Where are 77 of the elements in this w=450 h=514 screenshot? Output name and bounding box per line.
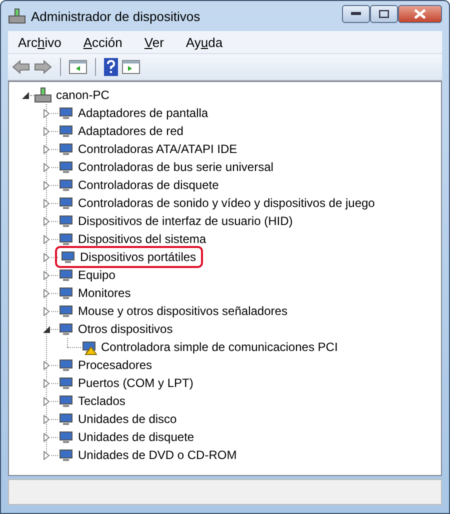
expand-icon[interactable] xyxy=(42,234,51,244)
device-icon xyxy=(58,285,74,301)
tree-item[interactable]: Procesadores xyxy=(76,358,154,372)
tree-item[interactable]: Teclados xyxy=(76,394,128,408)
tree-item[interactable]: Controladora simple de comunicaciones PCI xyxy=(99,340,340,354)
expand-icon[interactable] xyxy=(42,432,51,442)
expand-icon[interactable] xyxy=(42,306,51,316)
tree-item[interactable]: Unidades de disco xyxy=(76,412,179,426)
back-arrow-icon[interactable] xyxy=(12,60,30,74)
expand-icon[interactable] xyxy=(42,378,51,388)
minimize-icon xyxy=(351,12,361,16)
device-icon xyxy=(58,231,74,247)
expand-icon[interactable] xyxy=(42,126,51,136)
tree-item[interactable]: Adaptadores de red xyxy=(76,124,186,138)
expand-icon[interactable] xyxy=(42,180,51,190)
device-icon xyxy=(58,393,74,409)
tree-item[interactable]: Controladoras ATA/ATAPI IDE xyxy=(76,142,240,156)
tree-item[interactable]: Monitores xyxy=(76,286,133,300)
tree-item[interactable]: Dispositivos del sistema xyxy=(76,232,208,246)
device-icon xyxy=(58,303,74,319)
device-icon xyxy=(58,357,74,373)
maximize-button[interactable] xyxy=(370,5,398,23)
device-icon xyxy=(58,375,74,391)
collapse-icon[interactable] xyxy=(42,324,51,334)
device-icon xyxy=(58,123,74,139)
expand-icon[interactable] xyxy=(42,270,51,280)
menu-item[interactable]: Ver xyxy=(144,34,164,50)
properties-icon[interactable] xyxy=(122,60,140,74)
expand-icon[interactable] xyxy=(42,450,51,460)
tree-item[interactable]: Dispositivos de interfaz de usuario (HID) xyxy=(76,214,295,228)
tree-item[interactable]: Mouse y otros dispositivos señaladores xyxy=(76,304,290,318)
maximize-icon xyxy=(379,10,389,18)
tree-item[interactable]: Adaptadores de pantalla xyxy=(76,106,210,120)
window-title: Administrador de dispositivos xyxy=(31,8,202,24)
menu-item[interactable]: Archivo xyxy=(18,34,62,50)
minimize-button[interactable] xyxy=(342,5,370,23)
help-icon[interactable] xyxy=(104,58,118,76)
expand-icon[interactable] xyxy=(42,108,51,118)
device-icon xyxy=(58,447,74,463)
tree-item[interactable]: Otros dispositivos xyxy=(76,322,175,336)
device-icon xyxy=(60,249,76,265)
computer-icon xyxy=(8,8,26,24)
close-icon xyxy=(414,9,426,19)
device-icon xyxy=(58,213,74,229)
device-icon xyxy=(58,267,74,283)
expand-icon[interactable] xyxy=(42,360,51,370)
device-icon xyxy=(58,141,74,157)
expand-icon[interactable] xyxy=(42,198,51,208)
device-icon xyxy=(58,195,74,211)
expand-icon[interactable] xyxy=(42,288,51,298)
forward-arrow-icon[interactable] xyxy=(34,60,52,74)
tree-item[interactable]: Controladoras de sonido y vídeo y dispositivos de juego xyxy=(76,196,377,210)
tree-item[interactable]: Unidades de disquete xyxy=(76,430,196,444)
device-icon xyxy=(58,159,74,175)
expand-icon[interactable] xyxy=(42,144,51,154)
expand-icon[interactable] xyxy=(42,162,51,172)
expand-icon[interactable] xyxy=(42,414,51,424)
close-button[interactable] xyxy=(398,5,442,23)
tree-item[interactable]: Controladoras de bus serie universal xyxy=(76,160,276,174)
device-icon xyxy=(58,429,74,445)
expand-icon[interactable] xyxy=(42,396,51,406)
expand-icon[interactable] xyxy=(42,252,51,262)
collapse-icon[interactable] xyxy=(21,90,30,100)
tree-item[interactable]: Controladoras de disquete xyxy=(76,178,221,192)
tree-item[interactable]: Equipo xyxy=(76,268,118,282)
menu-item[interactable]: Ayuda xyxy=(186,34,223,50)
tree-item[interactable]: Dispositivos portátiles xyxy=(78,250,198,264)
device-icon xyxy=(58,177,74,193)
tree-item[interactable]: canon-PC xyxy=(54,88,112,102)
device-icon xyxy=(58,105,74,121)
menu-item[interactable]: Acción xyxy=(83,34,122,50)
tree-item[interactable]: Unidades de DVD o CD-ROM xyxy=(76,448,239,462)
console-tree-icon[interactable] xyxy=(69,60,87,74)
device-icon xyxy=(58,321,74,337)
device-icon xyxy=(58,411,74,427)
expand-icon[interactable] xyxy=(42,216,51,226)
tree-item[interactable]: Puertos (COM y LPT) xyxy=(76,376,196,390)
